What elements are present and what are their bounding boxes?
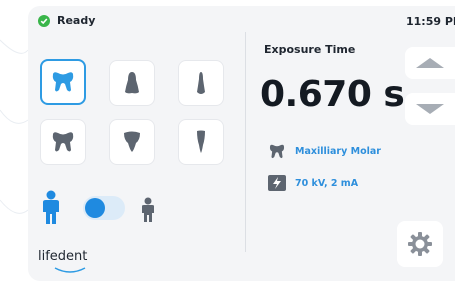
tooth-button-mandibular-molar[interactable] bbox=[40, 119, 86, 165]
gear-icon bbox=[408, 232, 432, 256]
exposure-increase-button[interactable] bbox=[405, 47, 455, 79]
settings-button[interactable] bbox=[397, 221, 443, 267]
exposure-time-value: 0.670 s bbox=[260, 74, 405, 115]
panel-divider bbox=[245, 32, 246, 252]
toggle-knob bbox=[85, 198, 105, 218]
arrow-down-icon bbox=[416, 104, 444, 114]
brand-swoosh bbox=[54, 267, 86, 273]
maxillary-molar-small-icon bbox=[269, 144, 285, 159]
exposure-time-label: Exposure Time bbox=[264, 43, 356, 56]
device-screen: Ready 11:59 PM bbox=[28, 6, 455, 281]
maxillary-premolar-icon bbox=[125, 72, 139, 94]
selected-tooth-label: Maxilliary Molar bbox=[295, 146, 381, 157]
tooth-button-maxillary-incisor[interactable] bbox=[178, 60, 224, 106]
maxillary-molar-icon bbox=[52, 72, 74, 92]
tube-settings-label: 70 kV, 2 mA bbox=[295, 177, 359, 189]
maxillary-incisor-icon bbox=[197, 72, 205, 94]
tooth-button-maxillary-premolar[interactable] bbox=[109, 60, 155, 106]
check-circle-icon bbox=[38, 14, 50, 27]
tooth-button-maxillary-molar[interactable] bbox=[40, 59, 86, 105]
x-ray-tube-icon bbox=[268, 175, 286, 191]
mandibular-incisor-icon bbox=[197, 130, 205, 153]
patient-size-toggle[interactable] bbox=[83, 196, 125, 220]
exposure-decrease-button[interactable] bbox=[405, 93, 455, 125]
clock: 11:59 PM bbox=[406, 15, 455, 28]
child-patient-icon[interactable] bbox=[140, 197, 156, 223]
mandibular-premolar-icon bbox=[124, 131, 140, 152]
tooth-button-mandibular-premolar[interactable] bbox=[109, 119, 155, 165]
status-label: Ready bbox=[57, 14, 96, 27]
mandibular-molar-icon bbox=[52, 132, 74, 152]
selected-tooth-info: Maxilliary Molar bbox=[268, 143, 381, 160]
arrow-up-icon bbox=[416, 58, 444, 68]
status-indicator: Ready bbox=[38, 14, 95, 27]
tube-settings-info: 70 kV, 2 mA bbox=[268, 175, 358, 191]
adult-patient-icon[interactable] bbox=[40, 190, 62, 226]
brand-logo: lifedent bbox=[38, 249, 88, 264]
tooth-button-mandibular-incisor[interactable] bbox=[178, 119, 224, 165]
